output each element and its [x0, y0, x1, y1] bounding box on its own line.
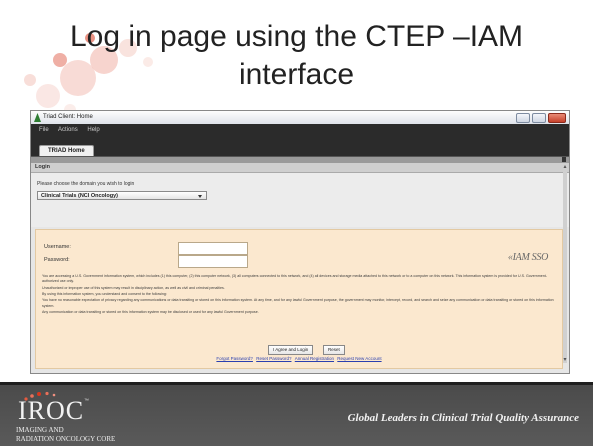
trademark-icon: ™ — [84, 398, 89, 404]
window-title: Triad Client: Home — [43, 114, 93, 120]
legal-notice: You are accessing a U.S. Government info… — [42, 274, 557, 316]
tab-strip: TRIAD Home — [31, 144, 569, 157]
username-label: Username: — [44, 244, 71, 250]
domain-select[interactable]: Clinical Trials (NCI Oncology) — [37, 191, 207, 200]
reset-password-link[interactable]: Reset Password? — [256, 356, 291, 361]
login-header: Login — [31, 163, 569, 173]
triad-window: Triad Client: Home File Actions Help TRI… — [30, 110, 570, 374]
legal-paragraph: By using this information system, you un… — [42, 291, 167, 296]
tab-toolbar — [31, 156, 569, 163]
minimize-button[interactable] — [516, 113, 530, 123]
domain-selected-value: Clinical Trials (NCI Oncology) — [41, 193, 119, 199]
domain-label: Please choose the domain you wish to log… — [37, 181, 135, 187]
chevron-down-icon — [198, 195, 202, 198]
iroc-logo: IROC ™ IMAGING AND RADIATION ONCOLOGY CO… — [6, 390, 126, 443]
slide-title-line2: interface — [238, 58, 355, 91]
iroc-subtitle-2: RADIATION ONCOLOGY CORE — [16, 435, 116, 443]
username-input[interactable] — [178, 242, 248, 255]
footer-tagline: Global Leaders in Clinical Trial Quality… — [347, 412, 579, 424]
app-icon — [34, 113, 41, 122]
login-content: Login Please choose the domain you wish … — [31, 163, 569, 373]
legal-paragraph: Unauthorized or improper use of this sys… — [42, 285, 225, 290]
menu-file[interactable]: File — [39, 127, 49, 133]
footer-divider — [0, 382, 593, 385]
pin-icon[interactable] — [562, 157, 566, 162]
legal-paragraph: You are accessing a U.S. Government info… — [42, 274, 547, 284]
agree-and-login-button[interactable]: I Agree and Login — [268, 345, 314, 355]
menu-bar: File Actions Help — [31, 124, 569, 144]
iroc-subtitle-1: IMAGING AND — [16, 426, 64, 434]
menu-help[interactable]: Help — [87, 127, 99, 133]
password-input[interactable] — [178, 255, 248, 268]
annual-registration-link[interactable]: Annual Registration — [295, 356, 334, 361]
slide-title: Log in page using the CTEP –IAM interfac… — [0, 18, 593, 94]
slide: Log in page using the CTEP –IAM interfac… — [0, 0, 593, 446]
legal-paragraph: Any communication or data transiting or … — [42, 309, 259, 314]
login-form-panel: Username: Password: «IAM SSO You are acc… — [35, 229, 563, 369]
legal-paragraph: You have no reasonable expectation of pr… — [42, 298, 554, 308]
iroc-wordmark: IROC — [18, 396, 85, 425]
forgot-password-link[interactable]: Forgot Password? — [216, 356, 253, 361]
window-controls — [516, 113, 566, 123]
password-label: Password: — [44, 257, 70, 263]
reset-button[interactable]: Reset — [323, 345, 345, 355]
request-new-account-link[interactable]: Request New Account — [337, 356, 381, 361]
maximize-button[interactable] — [532, 113, 546, 123]
footer-band: IROC ™ IMAGING AND RADIATION ONCOLOGY CO… — [0, 382, 593, 446]
window-titlebar: Triad Client: Home — [31, 111, 569, 124]
menu-actions[interactable]: Actions — [58, 127, 78, 133]
slide-title-line1: Log in page using the CTEP –IAM — [69, 20, 524, 53]
login-links: Forgot Password? Reset Password? Annual … — [36, 356, 562, 361]
vertical-scrollbar[interactable] — [563, 163, 567, 363]
iam-sso-logo: «IAM SSO — [507, 252, 548, 263]
close-button[interactable] — [548, 113, 566, 123]
domain-area: Please choose the domain you wish to log… — [31, 173, 569, 227]
